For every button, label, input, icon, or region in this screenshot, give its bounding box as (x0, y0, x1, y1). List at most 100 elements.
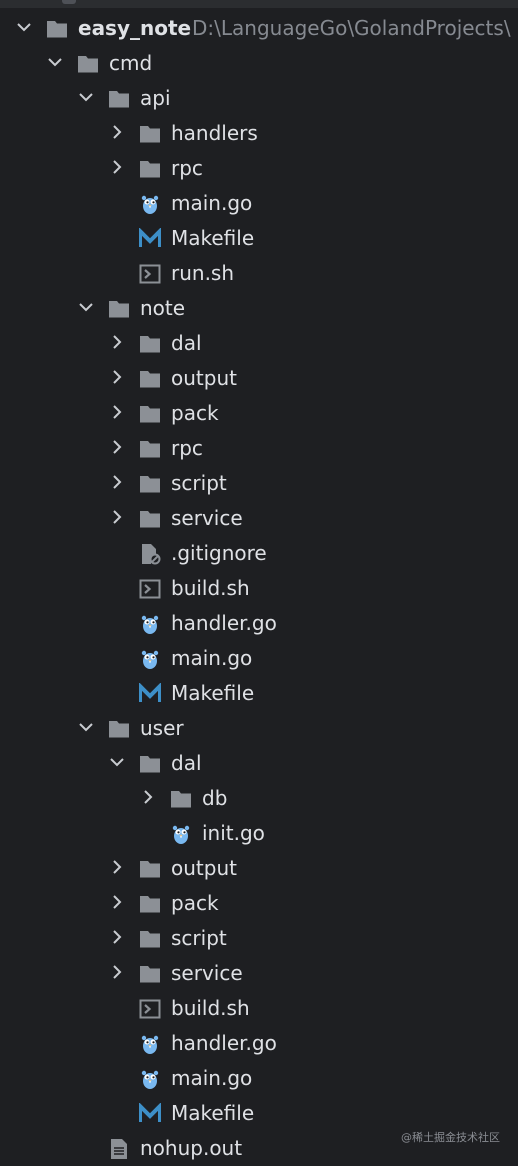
tree-row-user-handler[interactable]: handler.go (0, 1026, 518, 1061)
folder-icon (139, 438, 161, 460)
folder-icon (108, 298, 130, 320)
chevron-right-icon[interactable] (109, 859, 125, 875)
tree-row-label: output (171, 366, 237, 390)
tree-row-label: Makefile (171, 1101, 255, 1125)
tree-row-label: main.go (171, 1066, 253, 1090)
tree-row-label: init.go (202, 821, 265, 845)
tree-row-user[interactable]: user (0, 711, 518, 746)
tree-row-user-service[interactable]: service (0, 956, 518, 991)
chevron-right-icon[interactable] (140, 789, 156, 805)
tree-row-note-handler[interactable]: handler.go (0, 606, 518, 641)
tree-row-label: note (140, 296, 186, 320)
tree-row-label: dal (171, 331, 202, 355)
chevron-down-icon[interactable] (78, 89, 94, 105)
tree-row-label: handler.go (171, 611, 277, 635)
tree-row-note-main[interactable]: main.go (0, 641, 518, 676)
tree-row-label: run.sh (171, 261, 235, 285)
tree-row-label: script (171, 926, 227, 950)
top-strip (0, 0, 518, 8)
tree-row-api-rpc[interactable]: rpc (0, 151, 518, 186)
chevron-right-icon[interactable] (109, 929, 125, 945)
tree-row-note-output[interactable]: output (0, 361, 518, 396)
chevron-right-icon[interactable] (109, 439, 125, 455)
tree-row-cmd[interactable]: cmd (0, 46, 518, 81)
makefile-icon (139, 1103, 161, 1125)
tree-row-user-dal-init[interactable]: init.go (0, 816, 518, 851)
tree-row-label: build.sh (171, 576, 250, 600)
tree-row-note-service[interactable]: service (0, 501, 518, 536)
tree-row-user-main[interactable]: main.go (0, 1061, 518, 1096)
folder-icon (46, 18, 68, 40)
tree-row-label: output (171, 856, 237, 880)
tree-row-api[interactable]: api (0, 81, 518, 116)
tree-row-api-makefile[interactable]: Makefile (0, 221, 518, 256)
chevron-right-icon[interactable] (109, 894, 125, 910)
tree-row-note-dal[interactable]: dal (0, 326, 518, 361)
chevron-right-icon[interactable] (109, 509, 125, 525)
folder-icon (139, 158, 161, 180)
folder-icon (139, 333, 161, 355)
tree-row-user-pack[interactable]: pack (0, 886, 518, 921)
chevron-right-icon[interactable] (109, 124, 125, 140)
tree-row-label: build.sh (171, 996, 250, 1020)
chevron-right-icon[interactable] (109, 474, 125, 490)
tree-row-user-build[interactable]: build.sh (0, 991, 518, 1026)
tree-row-root[interactable]: easy_note D:\LanguageGo\GolandProjects\ (0, 11, 518, 46)
tree-row-label: user (140, 716, 184, 740)
project-path: D:\LanguageGo\GolandProjects\ (192, 16, 511, 40)
text-file-icon (108, 1138, 130, 1160)
tree-row-label: dal (171, 751, 202, 775)
chevron-right-icon[interactable] (109, 334, 125, 350)
tab-nub (62, 0, 76, 4)
tree-row-label: easy_note (78, 16, 192, 40)
tree-row-label: service (171, 506, 243, 530)
chevron-down-icon[interactable] (109, 754, 125, 770)
go-file-icon (139, 613, 161, 635)
chevron-down-icon[interactable] (47, 54, 63, 70)
chevron-right-icon[interactable] (109, 159, 125, 175)
chevron-down-icon[interactable] (78, 719, 94, 735)
tree-row-api-run[interactable]: run.sh (0, 256, 518, 291)
chevron-down-icon[interactable] (16, 19, 32, 35)
tree-row-label: handler.go (171, 1031, 277, 1055)
tree-row-label: api (140, 86, 171, 110)
tree-row-note-pack[interactable]: pack (0, 396, 518, 431)
chevron-right-icon[interactable] (109, 404, 125, 420)
tree-row-label: pack (171, 401, 219, 425)
tree-row-user-dal[interactable]: dal (0, 746, 518, 781)
tree-row-note-rpc[interactable]: rpc (0, 431, 518, 466)
go-file-icon (139, 648, 161, 670)
folder-icon (170, 788, 192, 810)
chevron-right-icon[interactable] (109, 964, 125, 980)
tree-row-user-output[interactable]: output (0, 851, 518, 886)
folder-icon (139, 963, 161, 985)
tree-row-note-makefile[interactable]: Makefile (0, 676, 518, 711)
makefile-icon (139, 228, 161, 250)
tree-row-label: cmd (109, 51, 153, 75)
tree-row-label: script (171, 471, 227, 495)
tree-row-user-dal-db[interactable]: db (0, 781, 518, 816)
tree-row-user-script[interactable]: script (0, 921, 518, 956)
tree-row-note-script[interactable]: script (0, 466, 518, 501)
tree-row-label: rpc (171, 436, 203, 460)
shell-script-icon (139, 998, 161, 1020)
tree-row-label: pack (171, 891, 219, 915)
folder-icon (139, 753, 161, 775)
folder-icon (139, 508, 161, 530)
tree-row-api-main[interactable]: main.go (0, 186, 518, 221)
tree-row-label: main.go (171, 646, 253, 670)
tree-row-note-build[interactable]: build.sh (0, 571, 518, 606)
shell-script-icon (139, 263, 161, 285)
tree-row-note-gitignore[interactable]: .gitignore (0, 536, 518, 571)
watermark: @稀土掘金技术社区 (401, 1131, 500, 1144)
tree-row-note[interactable]: note (0, 291, 518, 326)
folder-icon (139, 473, 161, 495)
chevron-right-icon[interactable] (109, 369, 125, 385)
tree-row-api-handlers[interactable]: handlers (0, 116, 518, 151)
tree-row-user-makefile[interactable]: Makefile (0, 1096, 518, 1131)
shell-script-icon (139, 578, 161, 600)
chevron-down-icon[interactable] (78, 299, 94, 315)
tree-row-label: nohup.out (140, 1136, 243, 1160)
tree-row-label: Makefile (171, 226, 255, 250)
folder-icon (108, 88, 130, 110)
